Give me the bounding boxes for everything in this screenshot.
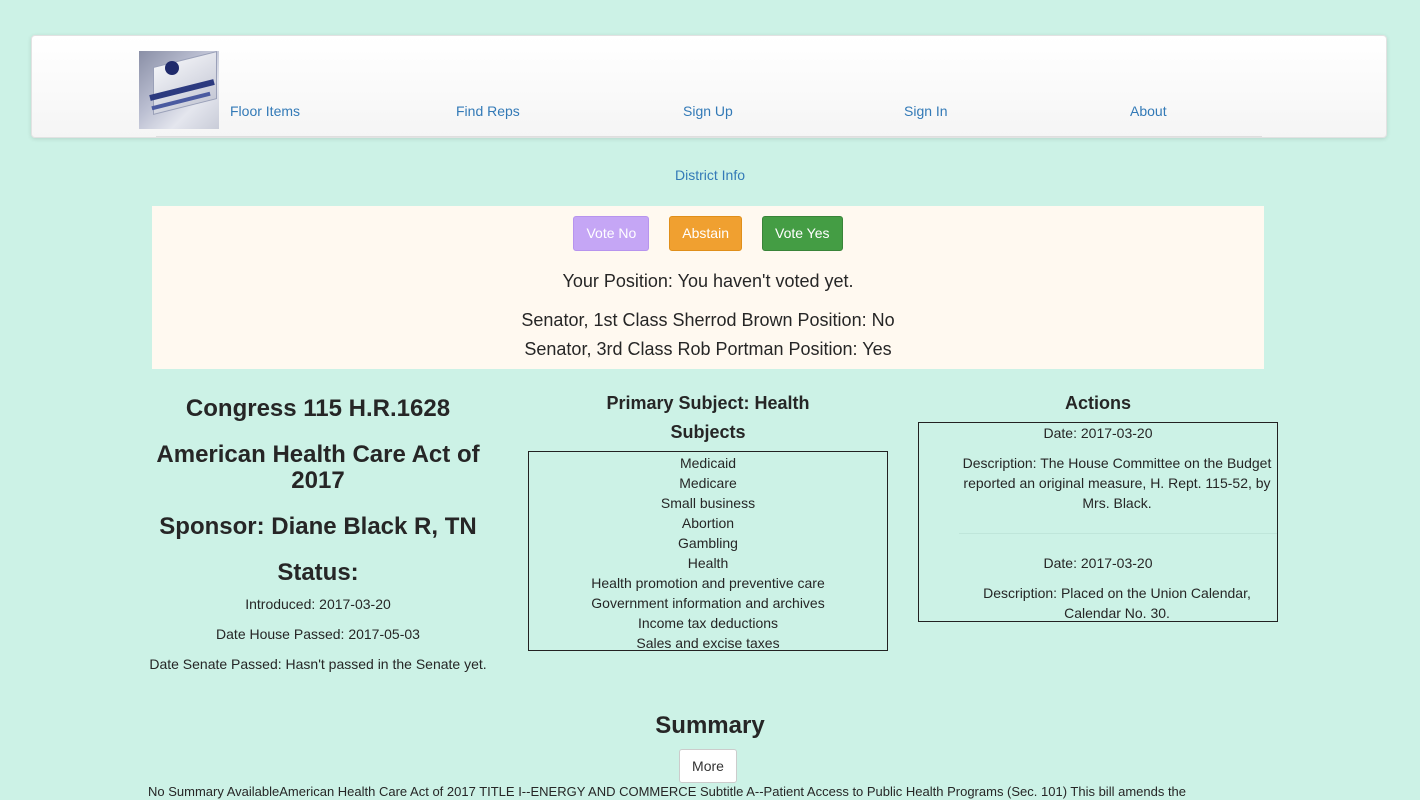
more-button[interactable]: More [679, 749, 737, 783]
actions-list[interactable]: Date: 2017-03-20 Description: The House … [918, 422, 1278, 622]
subject-item: Health [687, 555, 729, 571]
your-position-text: Your Position: You haven't voted yet. [562, 271, 854, 291]
subject-item: Gambling [678, 535, 738, 551]
action-description: Description: Placed on the Union Calenda… [983, 585, 1251, 621]
action-date: Date: 2017-03-20 [1043, 425, 1153, 441]
bill-name: American Health Care Act of 2017 [156, 441, 480, 494]
senator-position-portman: Senator, 3rd Class Rob Portman Position:… [524, 339, 892, 359]
summary-text: No Summary AvailableAmerican Health Care… [148, 784, 1187, 799]
vote-button-row: Vote No Abstain Vote Yes [152, 216, 1264, 251]
subjects-heading: Subjects [670, 422, 746, 442]
primary-subject: Primary Subject: Health [606, 393, 810, 413]
status-house-passed: Date House Passed: 2017-05-03 [216, 626, 420, 642]
bill-sponsor: Sponsor: Diane Black R, TN [159, 513, 477, 540]
subjects-column: Primary Subject: Health Subjects Medicai… [528, 390, 888, 651]
subject-item: Government information and archives [591, 595, 825, 611]
action-date: Date: 2017-03-20 [1043, 555, 1153, 571]
status-heading: Status: [277, 559, 359, 586]
subject-item: Health promotion and preventive care [591, 575, 825, 591]
actions-heading: Actions [1064, 393, 1131, 413]
summary-heading: Summary [655, 712, 765, 739]
subjects-list[interactable]: Medicaid Medicare Small business Abortio… [528, 451, 888, 651]
navbar: Floor Items Find Reps Sign Up Sign In Ab… [31, 35, 1387, 138]
bill-info-column: Congress 115 H.R.1628 American Health Ca… [148, 396, 488, 674]
nav-sign-in[interactable]: Sign In [904, 103, 948, 119]
senator-position-brown: Senator, 1st Class Sherrod Brown Positio… [521, 310, 895, 330]
nav-district-info[interactable]: District Info [0, 167, 1420, 183]
subject-item: Sales and excise taxes [636, 635, 780, 651]
subject-item: Medicare [679, 475, 737, 491]
bill-congress-title: Congress 115 H.R.1628 [185, 395, 451, 422]
nav-divider [156, 136, 1262, 137]
subject-item: Medicaid [679, 455, 737, 471]
status-senate-passed: Date Senate Passed: Hasn't passed in the… [149, 656, 487, 672]
status-introduced: Introduced: 2017-03-20 [245, 596, 391, 612]
vote-yes-button[interactable]: Vote Yes [762, 216, 843, 251]
subject-item: Income tax deductions [637, 615, 779, 631]
abstain-button[interactable]: Abstain [669, 216, 742, 251]
action-description: Description: The House Committee on the … [962, 455, 1272, 511]
vote-no-button[interactable]: Vote No [573, 216, 650, 251]
subject-item: Small business [660, 495, 756, 511]
nav-floor-items[interactable]: Floor Items [230, 103, 300, 119]
logo-badge-shape [165, 61, 179, 75]
vote-panel: Vote No Abstain Vote Yes Your Position: … [152, 206, 1264, 369]
ballot-drop-box-logo[interactable] [139, 51, 219, 129]
actions-column: Actions Date: 2017-03-20 Description: Th… [918, 390, 1278, 622]
nav-find-reps[interactable]: Find Reps [456, 103, 520, 119]
nav-sign-up[interactable]: Sign Up [683, 103, 733, 119]
action-divider [959, 533, 1277, 534]
nav-about[interactable]: About [1130, 103, 1167, 119]
subject-item: Abortion [681, 515, 735, 531]
